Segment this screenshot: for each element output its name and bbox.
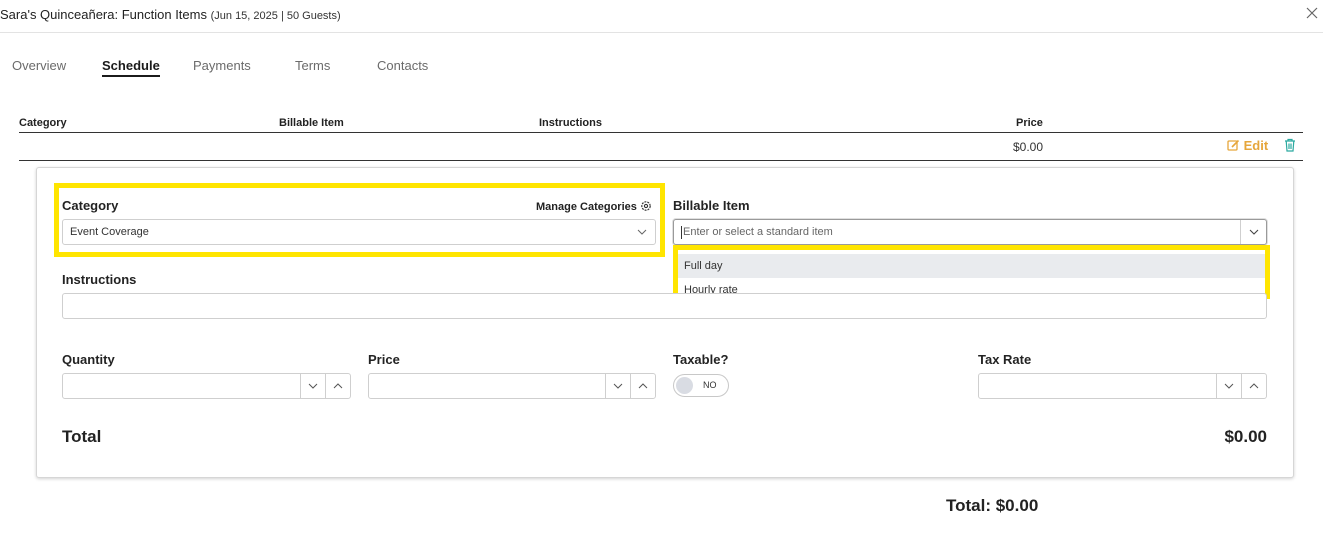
tax-rate-label: Tax Rate (978, 352, 1032, 367)
edit-label: Edit (1243, 138, 1269, 153)
column-header-category: Category (19, 117, 67, 129)
quantity-decrement-icon[interactable] (300, 374, 325, 398)
toggle-knob (676, 377, 693, 394)
tab-schedule[interactable]: Schedule (102, 58, 160, 77)
taxable-toggle[interactable]: NO (673, 374, 729, 397)
billable-item-label: Billable Item (673, 198, 750, 213)
billable-options-dropdown: Full day Hourly rate (673, 245, 1270, 299)
trash-icon (1284, 138, 1296, 156)
price-increment-icon[interactable] (630, 374, 655, 398)
column-header-billable-item: Billable Item (279, 117, 344, 129)
text-cursor (681, 226, 682, 239)
instructions-input[interactable] (62, 293, 1267, 319)
tab-contacts[interactable]: Contacts (377, 58, 428, 73)
row-price: $0.00 (1013, 140, 1044, 154)
price-stepper[interactable] (368, 373, 656, 399)
tax-rate-stepper[interactable] (978, 373, 1267, 399)
grand-total: Total: $0.00 (946, 496, 1039, 515)
quantity-stepper[interactable] (62, 373, 351, 399)
item-total-label: Total (62, 427, 102, 446)
billable-item-input[interactable]: Enter or select a standard item (683, 226, 833, 238)
category-label: Category (62, 198, 119, 213)
column-header-price: Price (1016, 117, 1043, 129)
tab-payments[interactable]: Payments (193, 58, 251, 73)
table-header-divider (19, 132, 1303, 133)
manage-categories-link[interactable]: Manage Categories (536, 200, 652, 213)
price-label: Price (368, 352, 400, 367)
category-select[interactable]: Event Coverage (62, 219, 656, 245)
edit-icon (1227, 138, 1244, 153)
close-icon[interactable] (1305, 6, 1319, 20)
instructions-label: Instructions (62, 272, 137, 287)
quantity-label: Quantity (62, 352, 115, 367)
taxable-state: NO (703, 380, 717, 390)
tax-rate-decrement-icon[interactable] (1216, 374, 1241, 398)
item-total-value: $0.00 (1224, 427, 1267, 446)
dialog-title: Sara's Quinceañera: Function Items (Jun … (0, 7, 341, 22)
header-divider (0, 32, 1323, 33)
billable-option-full-day[interactable]: Full day (678, 254, 1265, 278)
chevron-down-icon[interactable] (629, 220, 655, 244)
delete-button[interactable] (1284, 138, 1296, 157)
manage-categories-label: Manage Categories (536, 201, 637, 213)
table-row-divider (19, 160, 1303, 161)
price-decrement-icon[interactable] (605, 374, 630, 398)
quantity-increment-icon[interactable] (325, 374, 350, 398)
dialog-subtitle: (Jun 15, 2025 | 50 Guests) (210, 10, 341, 22)
taxable-label: Taxable? (673, 352, 729, 367)
tab-terms[interactable]: Terms (295, 58, 330, 73)
gear-icon (640, 201, 652, 213)
billable-item-combobox[interactable]: Enter or select a standard item (673, 219, 1267, 245)
tab-overview[interactable]: Overview (12, 58, 66, 73)
dialog-title-text: Sara's Quinceañera: Function Items (0, 7, 207, 22)
edit-button[interactable]: Edit (1227, 138, 1268, 153)
column-header-instructions: Instructions (539, 117, 602, 129)
tax-rate-increment-icon[interactable] (1241, 374, 1266, 398)
category-value: Event Coverage (70, 226, 149, 238)
chevron-down-icon[interactable] (1240, 220, 1266, 244)
